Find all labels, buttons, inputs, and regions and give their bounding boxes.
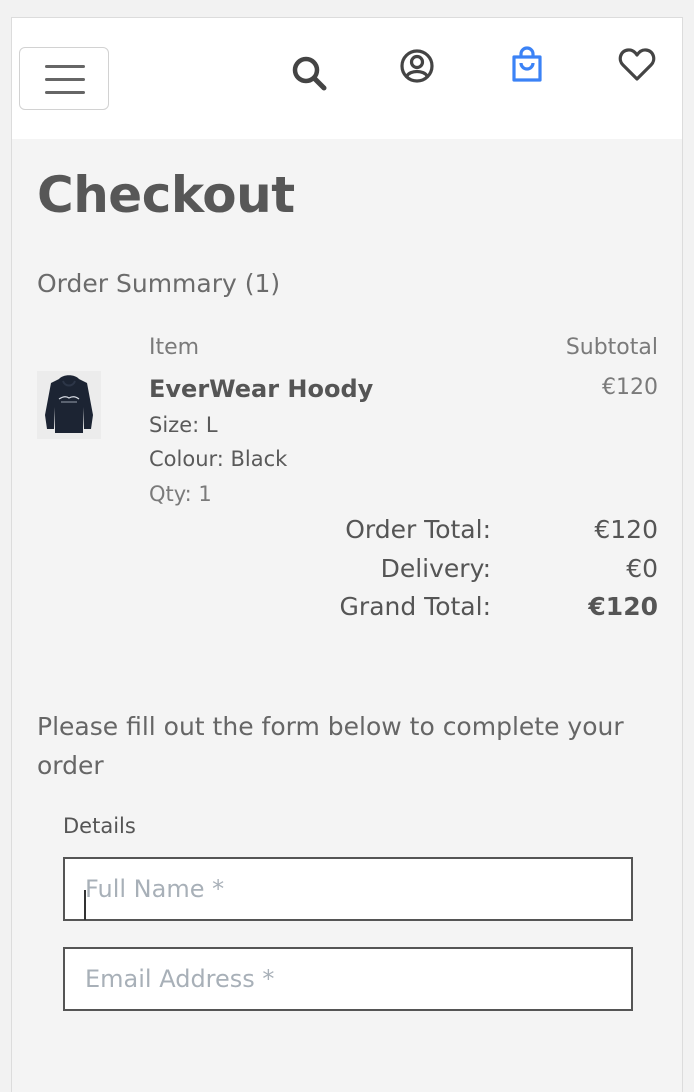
page-title: Checkout: [37, 166, 295, 224]
text-caret: [84, 890, 86, 920]
hamburger-line: [45, 91, 85, 94]
order-total-label: Order Total:: [345, 515, 491, 544]
product-colour: Colour: Black: [149, 447, 288, 471]
product-qty: Qty: 1: [149, 482, 212, 506]
order-total-value: €120: [594, 515, 658, 544]
product-name[interactable]: EverWear Hoody: [149, 375, 373, 403]
user-circle-icon[interactable]: [397, 46, 437, 86]
page-frame: Checkout Order Summary (1) Item Subtotal…: [11, 17, 683, 1092]
full-name-input[interactable]: [63, 857, 633, 921]
product-subtotal: €120: [602, 375, 658, 400]
grand-total-value: €120: [588, 592, 658, 621]
grand-total-label: Grand Total:: [339, 592, 491, 621]
form-instructions: Please fill out the form below to comple…: [37, 712, 624, 780]
details-legend: Details: [63, 814, 136, 838]
hamburger-line: [45, 78, 85, 81]
hamburger-menu-button[interactable]: [19, 47, 109, 110]
search-icon[interactable]: [290, 54, 330, 94]
delivery-value: €0: [626, 554, 658, 583]
item-column-header: Item: [149, 335, 200, 360]
subtotal-column-header: Subtotal: [565, 335, 658, 360]
hamburger-line: [45, 65, 85, 68]
email-input[interactable]: [63, 947, 633, 1011]
order-summary-title: Order Summary (1): [37, 269, 281, 298]
hoody-thumbnail-image: [37, 371, 101, 439]
product-size: Size: L: [149, 413, 218, 437]
heart-icon[interactable]: [617, 45, 657, 85]
shopping-bag-icon[interactable]: [507, 45, 547, 85]
top-navbar: [12, 18, 682, 139]
product-thumbnail[interactable]: [37, 371, 101, 439]
delivery-label: Delivery:: [380, 554, 491, 583]
